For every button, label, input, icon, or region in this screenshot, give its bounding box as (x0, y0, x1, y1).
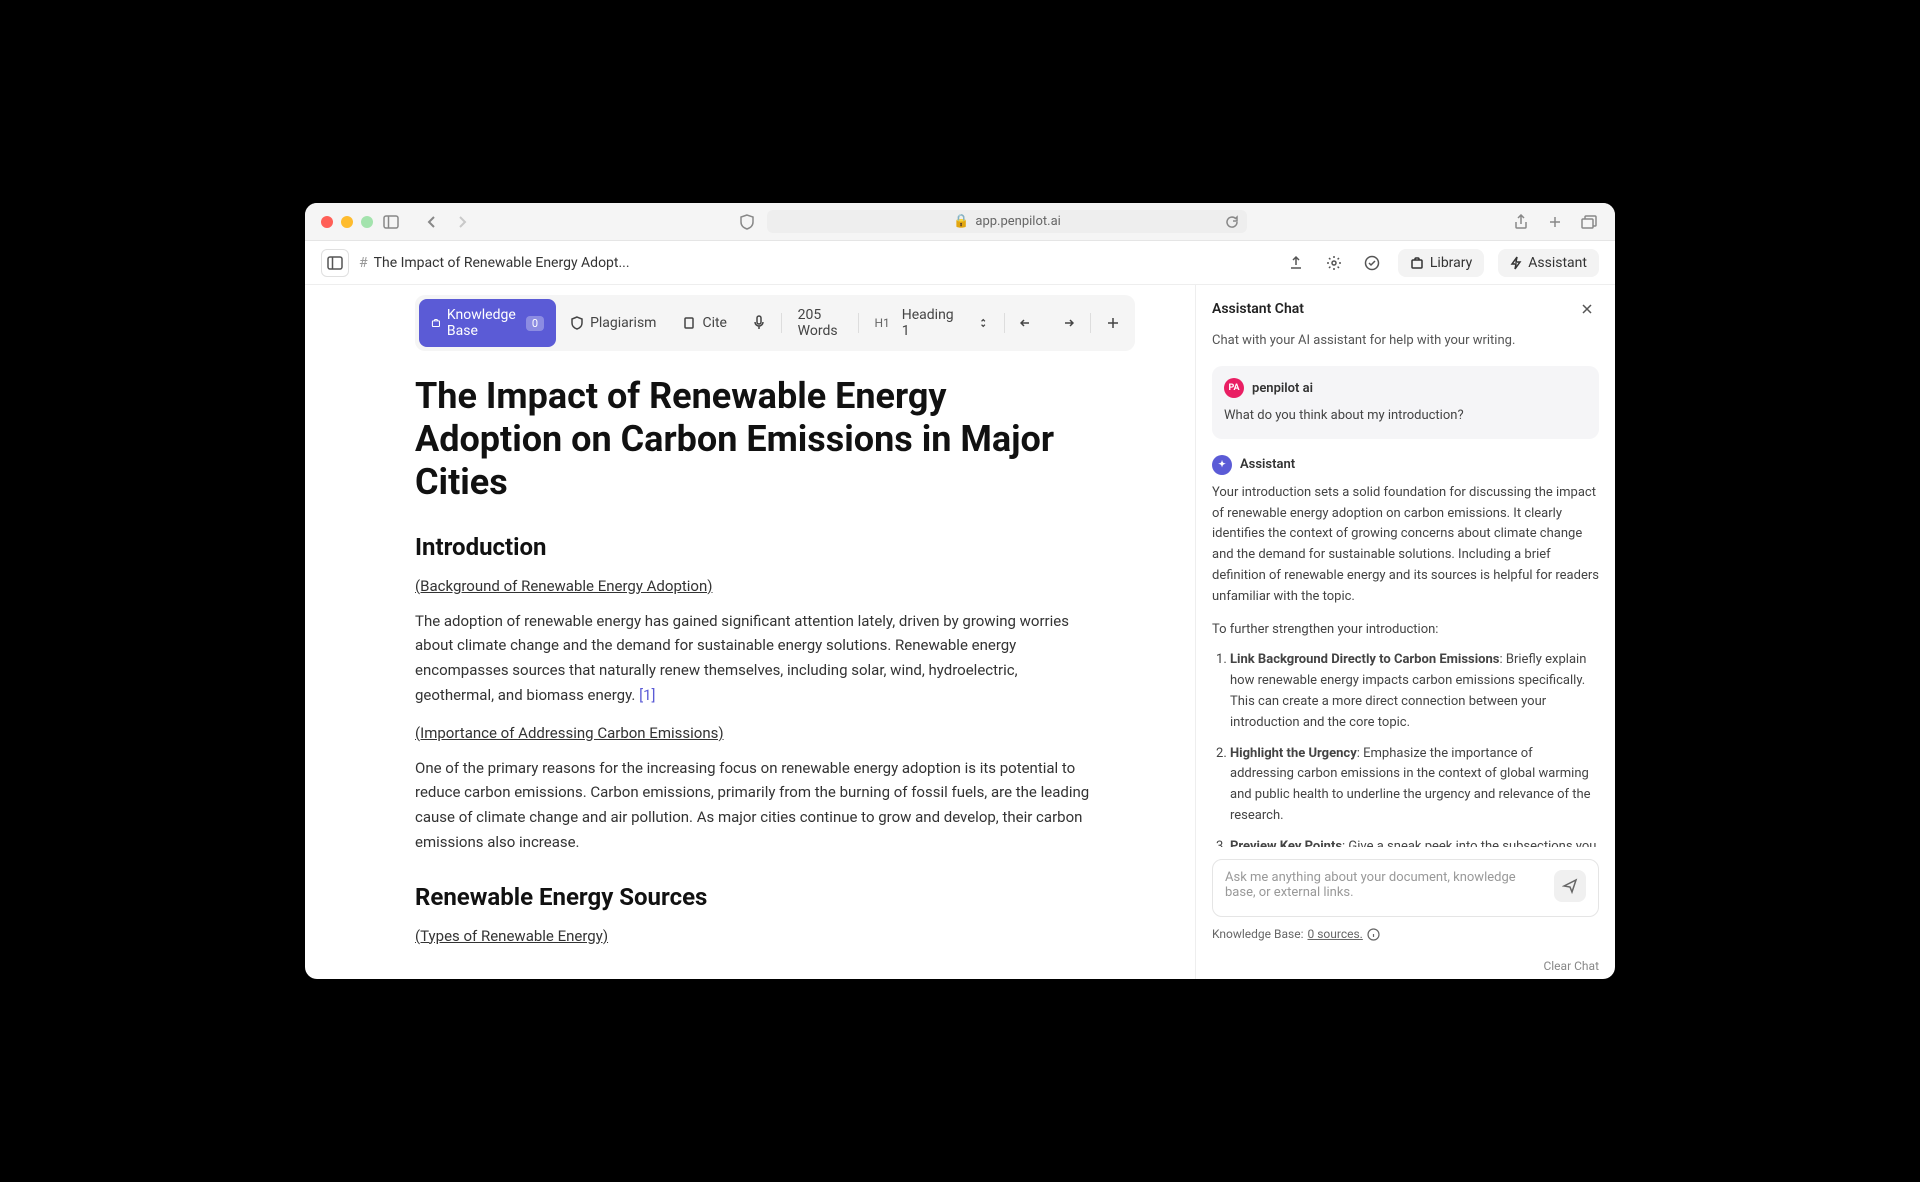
mic-button[interactable] (741, 307, 777, 339)
heading-selector[interactable]: H1 Heading 1 (862, 299, 999, 347)
settings-icon[interactable] (1322, 251, 1346, 275)
bookmark-icon (682, 316, 696, 330)
kb-count-badge: 0 (526, 316, 544, 331)
subheading-importance[interactable]: (Importance of Addressing Carbon Emissio… (415, 724, 1135, 742)
document-title[interactable]: The Impact of Renewable Energy Adoption … (415, 375, 1095, 505)
suggestion-item: Link Background Directly to Carbon Emiss… (1230, 650, 1599, 733)
assistant-label: Assistant (1528, 255, 1587, 271)
user-message: PA penpilot ai What do you think about m… (1212, 366, 1599, 439)
plagiarism-tab[interactable]: Plagiarism (558, 307, 668, 339)
browser-titlebar: 🔒 app.penpilot.ai (305, 203, 1615, 241)
app-topbar: # The Impact of Renewable Energy Adopt..… (305, 241, 1615, 285)
check-icon[interactable] (1360, 251, 1384, 275)
assistant-messages: PA penpilot ai What do you think about m… (1196, 358, 1615, 847)
url-text: app.penpilot.ai (975, 214, 1060, 229)
document-title-crumb: The Impact of Renewable Energy Adopt... (374, 255, 630, 271)
breadcrumb[interactable]: # The Impact of Renewable Energy Adopt..… (359, 255, 630, 271)
maximize-window-button[interactable] (361, 216, 373, 228)
editor-toolbar: Knowledge Base 0 Plagiarism Cite 205 Wor… (415, 295, 1135, 351)
refresh-icon[interactable] (1225, 215, 1239, 229)
shield-icon (570, 316, 584, 330)
new-tab-icon[interactable] (1545, 212, 1565, 232)
clear-chat-button[interactable]: Clear Chat (1196, 953, 1615, 979)
hash-icon: # (359, 255, 368, 271)
undo-button[interactable] (1008, 308, 1046, 338)
info-icon[interactable] (1367, 928, 1380, 941)
cite-tab[interactable]: Cite (670, 307, 739, 339)
briefcase-icon (431, 316, 441, 330)
assistant-message: ✦ Assistant Your introduction sets a sol… (1212, 455, 1599, 847)
document-editor[interactable]: Knowledge Base 0 Plagiarism Cite 205 Wor… (305, 285, 1195, 979)
chat-input-box[interactable]: Ask me anything about your document, kno… (1212, 859, 1599, 917)
suggestion-item: Highlight the Urgency: Emphasize the imp… (1230, 744, 1599, 827)
paragraph-empty[interactable] (415, 959, 1095, 979)
assistant-button[interactable]: Assistant (1498, 249, 1599, 277)
add-button[interactable] (1095, 309, 1131, 337)
word-count: 205 Words (786, 299, 854, 347)
assistant-subtitle: Chat with your AI assistant for help wit… (1196, 333, 1615, 358)
knowledge-base-row: Knowledge Base: 0 sources. (1212, 927, 1599, 941)
close-assistant-button[interactable] (1575, 297, 1599, 321)
heading-introduction[interactable]: Introduction (415, 533, 1135, 561)
microphone-icon (753, 315, 765, 331)
knowledge-base-tab[interactable]: Knowledge Base 0 (419, 299, 556, 347)
user-avatar: PA (1224, 378, 1244, 398)
heading-sources[interactable]: Renewable Energy Sources (415, 883, 1135, 911)
library-button[interactable]: Library (1398, 249, 1484, 277)
citation-1[interactable]: [1] (639, 686, 655, 704)
send-icon (1562, 878, 1578, 894)
kb-sources-link[interactable]: 0 sources. (1307, 927, 1362, 941)
chat-input[interactable]: Ask me anything about your document, kno… (1225, 870, 1546, 906)
back-button[interactable] (421, 212, 441, 232)
briefcase-icon (1410, 256, 1424, 270)
paragraph-importance[interactable]: One of the primary reasons for the incre… (415, 756, 1095, 855)
lightning-icon (1510, 256, 1522, 270)
shield-icon[interactable] (737, 212, 757, 232)
library-label: Library (1430, 255, 1472, 271)
suggestion-item: Preview Key Points: Give a sneak peek in… (1230, 837, 1599, 847)
minimize-window-button[interactable] (341, 216, 353, 228)
send-button[interactable] (1554, 870, 1586, 902)
subheading-types[interactable]: (Types of Renewable Energy) (415, 927, 1135, 945)
forward-button[interactable] (453, 212, 473, 232)
assistant-title: Assistant Chat (1212, 301, 1304, 317)
close-window-button[interactable] (321, 216, 333, 228)
chevron-updown-icon (979, 316, 987, 330)
redo-icon (1060, 316, 1074, 330)
upload-icon[interactable] (1284, 251, 1308, 275)
tabs-icon[interactable] (1579, 212, 1599, 232)
redo-button[interactable] (1048, 308, 1086, 338)
address-bar[interactable]: 🔒 app.penpilot.ai (767, 210, 1247, 233)
share-icon[interactable] (1511, 212, 1531, 232)
lock-icon: 🔒 (953, 214, 969, 229)
assistant-panel: Assistant Chat Chat with your AI assista… (1195, 285, 1615, 979)
traffic-lights (321, 216, 373, 228)
paragraph-background[interactable]: The adoption of renewable energy has gai… (415, 609, 1095, 708)
subheading-background[interactable]: (Background of Renewable Energy Adoption… (415, 577, 1135, 595)
plus-icon (1107, 317, 1119, 329)
sidebar-toggle[interactable] (321, 249, 349, 277)
undo-icon (1020, 316, 1034, 330)
sidebar-toggle-browser[interactable] (381, 212, 401, 232)
assistant-avatar: ✦ (1212, 455, 1232, 475)
